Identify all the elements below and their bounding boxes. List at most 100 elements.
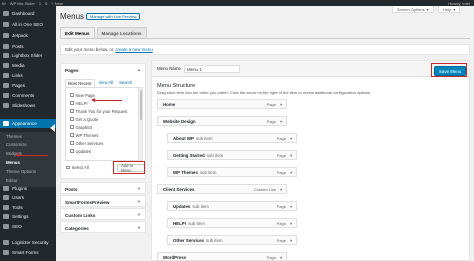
menu-item-type: Page	[276, 152, 286, 158]
new-content-link[interactable]: + New	[51, 1, 62, 6]
site-name-link[interactable]: WP Mix Slider	[10, 1, 35, 6]
howdy-user-link[interactable]: Howdy, Intel	[448, 1, 470, 6]
menu-item-row[interactable]: Home Page ▼	[157, 99, 287, 109]
smartformspreview-panel[interactable]: SmartFormsPreview ▼	[60, 195, 146, 207]
menu-item-row[interactable]: About WP sub item Page ▼	[167, 133, 297, 143]
comments-count[interactable]: 0	[45, 1, 47, 6]
sidebar-item-seo[interactable]: SEO	[0, 222, 56, 231]
help-button[interactable]: Help ▾	[438, 6, 461, 13]
updates-count[interactable]: 1	[39, 1, 41, 6]
menu-item-type: Page	[266, 118, 276, 124]
menu-item-row[interactable]: Website Design Page ▼	[157, 116, 287, 126]
list-item[interactable]: Other Services	[70, 140, 103, 146]
chevron-down-icon[interactable]: ▼	[289, 222, 293, 226]
chevron-down-icon[interactable]: ▼	[137, 212, 141, 217]
pages-scrollbar[interactable]	[139, 87, 143, 161]
chevron-down-icon[interactable]: ▼	[289, 171, 293, 175]
sidebar-item-tools[interactable]: Tools	[0, 203, 56, 212]
sidebar-item-smart-forms[interactable]: Smart Forms	[0, 248, 56, 257]
menu-item-row[interactable]: WordPress Page ▼	[157, 252, 287, 260]
panel-header[interactable]: Custom Links ▼	[61, 209, 145, 221]
sidebar-item-appearance[interactable]: Appearance	[0, 119, 56, 128]
panel-header[interactable]: Posts ▼	[61, 183, 145, 195]
menu-item-row[interactable]: WP Themes sub item Page ▼	[167, 167, 297, 177]
sidebar-item-posts[interactable]: Posts	[0, 42, 56, 51]
menu-name-input[interactable]: Menu 1	[184, 65, 240, 73]
chevron-up-icon[interactable]: ▲	[137, 67, 141, 72]
list-item[interactable]: Updates	[70, 148, 91, 154]
sidebar-item-settings[interactable]: Settings	[0, 212, 56, 221]
posts-panel[interactable]: Posts ▼	[60, 182, 146, 194]
menu-item-row[interactable]: Updates sub item Page ▼	[167, 201, 297, 211]
screen-options-button[interactable]: Screen Options ▾	[392, 6, 434, 13]
sidebar-item-links[interactable]: Links	[0, 71, 56, 80]
chevron-down-icon[interactable]: ▼	[279, 256, 283, 260]
media-icon	[3, 63, 9, 68]
checkbox[interactable]	[70, 101, 74, 105]
submenu-theme-options[interactable]: Theme Options	[6, 167, 36, 175]
sidebar-item-lightbox-slider[interactable]: Lightbox Slider	[0, 51, 56, 60]
menu-item-row[interactable]: Other Services sub item Page ▼	[167, 235, 297, 245]
checkbox[interactable]	[70, 117, 74, 121]
tab-edit-menus[interactable]: Edit Menus	[60, 27, 95, 38]
sidebar-item-slideshows[interactable]: Slideshows	[0, 101, 56, 110]
sidebar-item-dashboard[interactable]: Dashboard	[0, 9, 56, 18]
checkbox[interactable]	[70, 125, 74, 129]
chevron-down-icon[interactable]: ▼	[137, 186, 141, 191]
pages-panel-header[interactable]: Pages ▲	[61, 64, 145, 76]
live-preview-button[interactable]: Manage with Live Preview	[86, 13, 141, 20]
menu-structure-title: Menu Structure	[157, 83, 196, 89]
annotation-box-add-to-menu	[113, 161, 145, 174]
menu-item-row[interactable]: HELP! sub item Page ▼	[167, 218, 297, 228]
checkbox[interactable]	[70, 141, 74, 145]
checkbox[interactable]	[70, 149, 74, 153]
sidebar-label: Links	[12, 73, 23, 78]
create-new-menu-link[interactable]: create a new menu	[115, 47, 152, 52]
chevron-down-icon[interactable]: ▼	[137, 199, 141, 204]
tab-manage-locations[interactable]: Manage Locations	[96, 27, 147, 38]
menu-item-row[interactable]: Getting Started sub item Page ▼	[167, 150, 297, 160]
tab-search[interactable]: Search	[117, 79, 134, 87]
chevron-down-icon[interactable]: ▼	[279, 120, 283, 124]
chevron-down-icon[interactable]: ▼	[289, 239, 293, 243]
custom-links-panel[interactable]: Custom Links ▼	[60, 208, 146, 220]
sidebar-item-pages[interactable]: Pages	[0, 81, 56, 90]
submenu-menus[interactable]: Menus	[6, 158, 20, 166]
panel-header[interactable]: SmartFormsPreview ▼	[61, 196, 145, 208]
tab-most-recent[interactable]: Most Recent	[65, 79, 95, 87]
submenu-editor[interactable]: Editor	[6, 176, 17, 184]
wp-logo-icon[interactable]: W	[2, 1, 6, 6]
chevron-down-icon[interactable]: ▼	[279, 188, 283, 192]
sidebar-item-loginizer[interactable]: Loginizer Security	[0, 238, 56, 247]
sidebar-label: Loginizer Security	[12, 240, 49, 245]
checkbox[interactable]	[70, 109, 74, 113]
checkbox[interactable]	[66, 165, 70, 170]
sidebar-item-plugins[interactable]: Plugins	[0, 184, 56, 193]
scrollbar-thumb[interactable]	[139, 90, 142, 120]
list-item[interactable]: Thank You for your Request	[70, 108, 127, 114]
chevron-down-icon[interactable]: ▼	[137, 225, 141, 230]
sidebar-item-jetpack[interactable]: Jetpack	[0, 31, 56, 40]
categories-panel[interactable]: Categories ▼	[60, 221, 146, 233]
list-item[interactable]: Graphics	[70, 124, 92, 130]
chevron-down-icon[interactable]: ▼	[279, 103, 283, 107]
tools-icon	[3, 205, 9, 210]
checkbox[interactable]	[70, 93, 74, 97]
chevron-down-icon[interactable]: ▼	[289, 137, 293, 141]
submenu-themes[interactable]: Themes	[6, 132, 22, 140]
select-all-control[interactable]: Select All	[66, 165, 89, 170]
list-item[interactable]: HELP!	[70, 100, 88, 106]
sidebar-item-media[interactable]: Media	[0, 61, 56, 70]
checkbox[interactable]	[70, 133, 74, 137]
tab-view-all[interactable]: View All	[97, 79, 116, 87]
sidebar-item-all-in-one-seo[interactable]: All in One SEO	[0, 20, 56, 29]
sidebar-item-comments[interactable]: Comments	[0, 91, 56, 100]
list-item[interactable]: Get a Quote	[70, 116, 98, 122]
sidebar-item-users[interactable]: Users	[0, 193, 56, 202]
chevron-down-icon[interactable]: ▼	[289, 154, 293, 158]
panel-header[interactable]: Categories ▼	[61, 222, 145, 234]
chevron-down-icon[interactable]: ▼	[289, 205, 293, 209]
submenu-customize[interactable]: Customize	[6, 140, 27, 148]
menu-item-row[interactable]: Client Services Custom Link ▼	[157, 184, 287, 194]
list-item[interactable]: WP Themes	[70, 132, 98, 138]
